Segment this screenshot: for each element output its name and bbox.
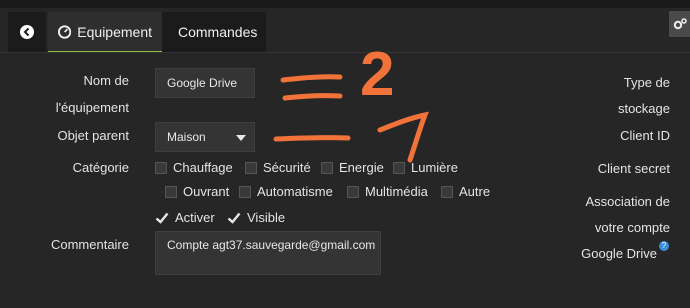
annotation-stroke <box>280 74 343 83</box>
annotation-number-2: 2 <box>360 40 395 109</box>
annotation-stroke <box>377 111 429 163</box>
annotation-overlay <box>273 74 429 163</box>
annotation-stroke <box>282 93 343 101</box>
annotation-stroke <box>273 135 351 142</box>
